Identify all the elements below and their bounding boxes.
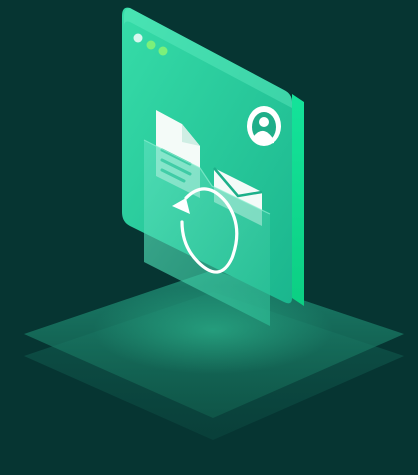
user-avatar-icon (247, 106, 281, 146)
isometric-illustration (24, 7, 404, 440)
app-window-side-edge (292, 94, 304, 306)
illustration-canvas (0, 0, 418, 475)
app-window (122, 7, 304, 326)
